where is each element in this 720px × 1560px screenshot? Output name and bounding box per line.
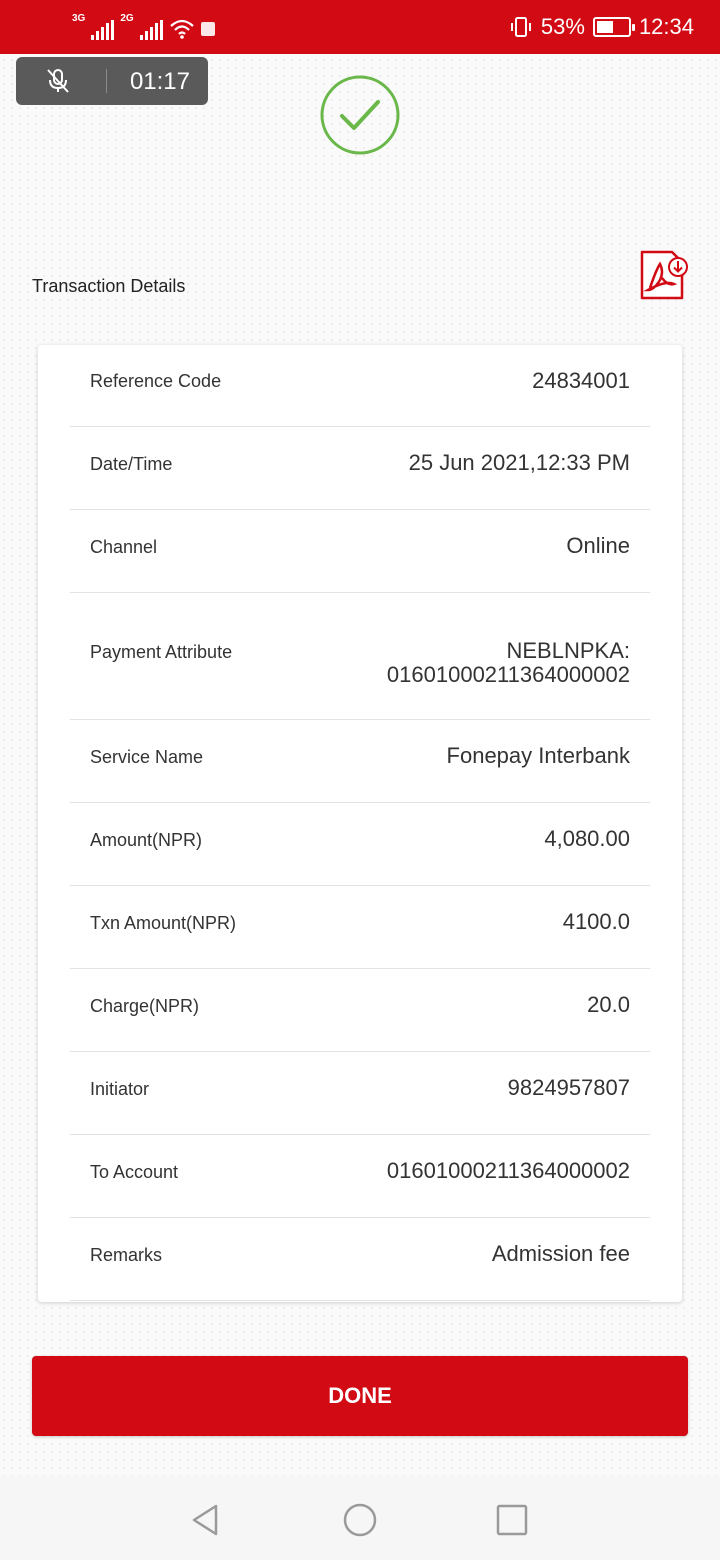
signal-strength-icon [91, 20, 115, 40]
detail-label: Reference Code [90, 371, 222, 391]
pdf-download-icon[interactable] [636, 250, 690, 302]
detail-row-reference-code: Reference Code 24834001 [70, 345, 650, 427]
detail-label: Charge(NPR) [90, 996, 200, 1016]
detail-value: 24834001 [532, 368, 630, 393]
signal-strength-icon-2 [139, 20, 163, 40]
network-type-label: 3G [72, 13, 86, 24]
detail-label: Remarks [90, 1245, 163, 1265]
battery-icon [592, 17, 635, 37]
divider [106, 69, 107, 93]
detail-row-remarks: Remarks Admission fee [70, 1218, 650, 1301]
detail-row-service-name: Service Name Fonepay Interbank [70, 720, 650, 803]
recording-indicator[interactable]: 01:17 [16, 57, 208, 105]
clock: 12:34 [638, 14, 694, 39]
transaction-details-card: Reference Code 24834001 Date/Time 25 Jun… [38, 345, 682, 1302]
detail-row-payment-attribute: Payment Attribute NEBLNPKA: 016010002113… [70, 593, 650, 720]
check-circle-icon [320, 75, 400, 155]
status-indicators: 3G 2G [72, 12, 215, 40]
detail-value: NEBLNPKA: [506, 638, 631, 663]
detail-value-line2: 01601000211364000002 [386, 662, 630, 687]
detail-value: Fonepay Interbank [446, 743, 630, 768]
detail-row-charge: Charge(NPR) 20.0 [70, 969, 650, 1052]
network-type-label-2: 2G [120, 13, 134, 24]
home-icon[interactable] [340, 1500, 380, 1540]
section-title: Transaction Details [32, 276, 186, 296]
recording-timer: 01:17 [129, 68, 190, 95]
detail-row-amount: Amount(NPR) 4,080.00 [70, 803, 650, 886]
wifi-icon [169, 19, 194, 39]
detail-row-to-account: To Account 01601000211364000002 [70, 1135, 650, 1218]
recents-icon[interactable] [492, 1500, 532, 1540]
screen-record-icon [200, 22, 215, 36]
done-button[interactable]: DONE [32, 1356, 688, 1436]
battery-percent: 53% [540, 14, 585, 39]
mic-off-icon[interactable] [44, 67, 72, 95]
status-right-group: 53% 12:34 [509, 12, 694, 42]
detail-label: To Account [90, 1162, 179, 1182]
detail-row-txn-amount: Txn Amount(NPR) 4100.0 [70, 886, 650, 969]
detail-value: 9824957807 [507, 1075, 630, 1100]
detail-value: 20.0 [587, 992, 630, 1017]
detail-label: Date/Time [90, 454, 173, 474]
detail-label: Channel [90, 537, 158, 557]
detail-label: Payment Attribute [90, 642, 233, 662]
detail-label: Initiator [90, 1079, 150, 1099]
detail-value: 4,080.00 [544, 826, 630, 851]
detail-value: 4100.0 [562, 909, 630, 934]
detail-value: Admission fee [491, 1241, 630, 1266]
back-icon[interactable] [186, 1500, 226, 1540]
vibrate-icon [510, 17, 531, 37]
detail-value: 25 Jun 2021,12:33 PM [408, 450, 630, 475]
detail-value: Online [566, 533, 630, 558]
detail-label: Amount(NPR) [90, 830, 203, 850]
system-nav-bar [0, 1476, 720, 1560]
detail-label: Txn Amount(NPR) [90, 913, 237, 933]
detail-row-channel: Channel Online [70, 510, 650, 593]
status-bar: 3G 2G 53% 12:34 [0, 0, 720, 54]
detail-row-initiator: Initiator 9824957807 [70, 1052, 650, 1135]
detail-label: Service Name [90, 747, 204, 767]
detail-value: 01601000211364000002 [386, 1158, 630, 1183]
detail-row-date-time: Date/Time 25 Jun 2021,12:33 PM [70, 427, 650, 510]
